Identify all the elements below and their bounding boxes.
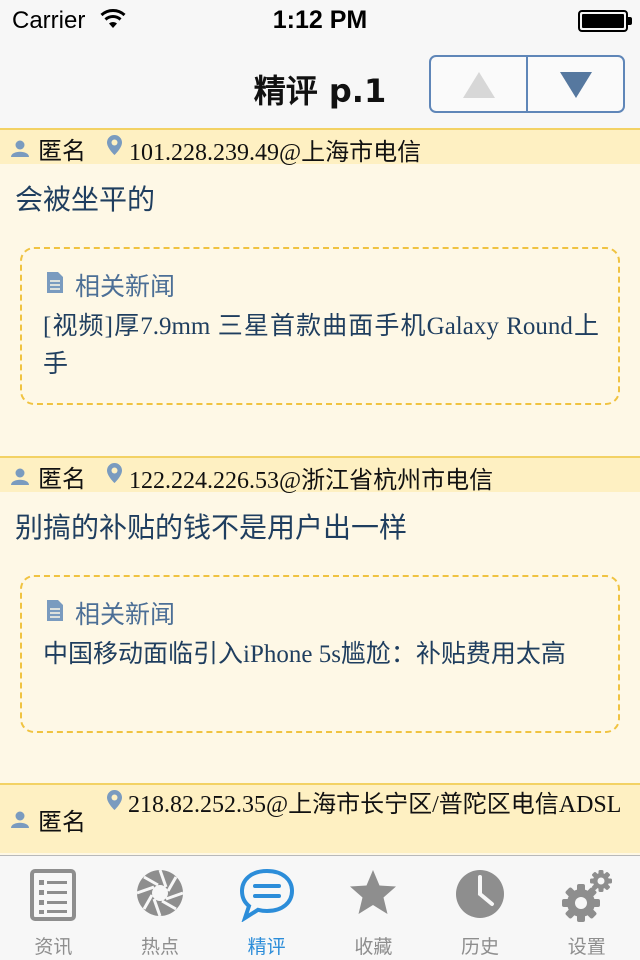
comment-text: 别搞的补贴的钱不是用户出一样: [15, 511, 408, 544]
news-list-icon: [30, 869, 77, 921]
tab-selected-comments[interactable]: 精评: [213, 856, 320, 960]
comment-author: 匿名: [38, 465, 86, 493]
tab-news[interactable]: 资讯: [0, 856, 107, 960]
comment-header: 匿名 122.224.226.53@浙江省杭州市电信: [0, 456, 640, 494]
document-icon: [47, 600, 63, 621]
tab-label: 设置: [567, 936, 606, 958]
clock-icon: [456, 870, 505, 918]
comment-header: 匿名 101.228.239.49@上海市电信: [0, 128, 640, 166]
comment-item: 匿名 101.228.239.49@上海市电信 会被坐平的 相关新闻 [视频]厚…: [0, 128, 640, 405]
star-icon: [350, 870, 397, 914]
comment-item: 匿名 218.82.252.35@上海市长宁区/普陀区电信ADSL: [0, 783, 640, 853]
location-pin-icon: [107, 463, 122, 483]
tab-label: 收藏: [354, 936, 393, 958]
tab-label: 资讯: [34, 936, 73, 958]
user-icon: [11, 811, 29, 828]
related-news-label: 相关新闻: [75, 272, 176, 301]
page-segmented-control: [429, 55, 625, 113]
speech-bubble-icon: [239, 868, 294, 922]
comment-author: 匿名: [38, 137, 86, 165]
navigation-bar: 精评 p.1: [0, 40, 640, 128]
tab-bar: 资讯 热点 精评 收藏 历史 设置: [0, 855, 640, 960]
tab-favorites[interactable]: 收藏: [320, 856, 427, 960]
tab-hot[interactable]: 热点: [107, 856, 214, 960]
comment-item: 匿名 122.224.226.53@浙江省杭州市电信 别搞的补贴的钱不是用户出一…: [0, 456, 640, 733]
status-bar: Carrier 1:12 PM: [0, 0, 640, 40]
comment-list[interactable]: 匿名 101.228.239.49@上海市电信 会被坐平的 相关新闻 [视频]厚…: [0, 128, 640, 855]
related-news-card[interactable]: 相关新闻 [视频]厚7.9mm 三星首款曲面手机Galaxy Round上手: [20, 247, 620, 405]
triangle-up-icon: [463, 72, 495, 98]
gears-icon: [561, 870, 612, 922]
next-page-button[interactable]: [526, 57, 623, 111]
comment-header: 匿名 218.82.252.35@上海市长宁区/普陀区电信ADSL: [0, 783, 640, 853]
comment-location: 101.228.239.49@上海市电信: [129, 140, 422, 166]
tab-label: 历史: [461, 936, 500, 958]
tab-label: 精评: [247, 936, 286, 958]
related-news-label: 相关新闻: [75, 600, 176, 629]
comment-text: 会被坐平的: [15, 183, 156, 216]
clock-time: 1:12 PM: [272, 6, 368, 34]
document-icon: [47, 272, 63, 293]
related-news-card[interactable]: 相关新闻 中国移动面临引入iPhone 5s尴尬：补贴费用太高: [20, 575, 620, 733]
related-news-title[interactable]: 中国移动面临引入iPhone 5s尴尬：补贴费用太高: [43, 636, 599, 674]
previous-page-button[interactable]: [431, 57, 526, 111]
battery-icon: [578, 10, 632, 32]
aperture-icon: [136, 869, 184, 917]
related-news-title[interactable]: [视频]厚7.9mm 三星首款曲面手机Galaxy Round上手: [43, 308, 599, 384]
tab-settings[interactable]: 设置: [533, 856, 640, 960]
location-pin-icon: [107, 135, 122, 155]
user-icon: [11, 140, 29, 157]
user-icon: [11, 468, 29, 485]
comment-author: 匿名: [38, 808, 86, 836]
triangle-down-icon: [560, 72, 592, 98]
tab-label: 热点: [141, 936, 180, 958]
comment-location: 218.82.252.35@上海市长宁区/普陀区电信ADSL: [128, 792, 622, 818]
tab-history[interactable]: 历史: [427, 856, 534, 960]
comment-location: 122.224.226.53@浙江省杭州市电信: [129, 468, 494, 494]
